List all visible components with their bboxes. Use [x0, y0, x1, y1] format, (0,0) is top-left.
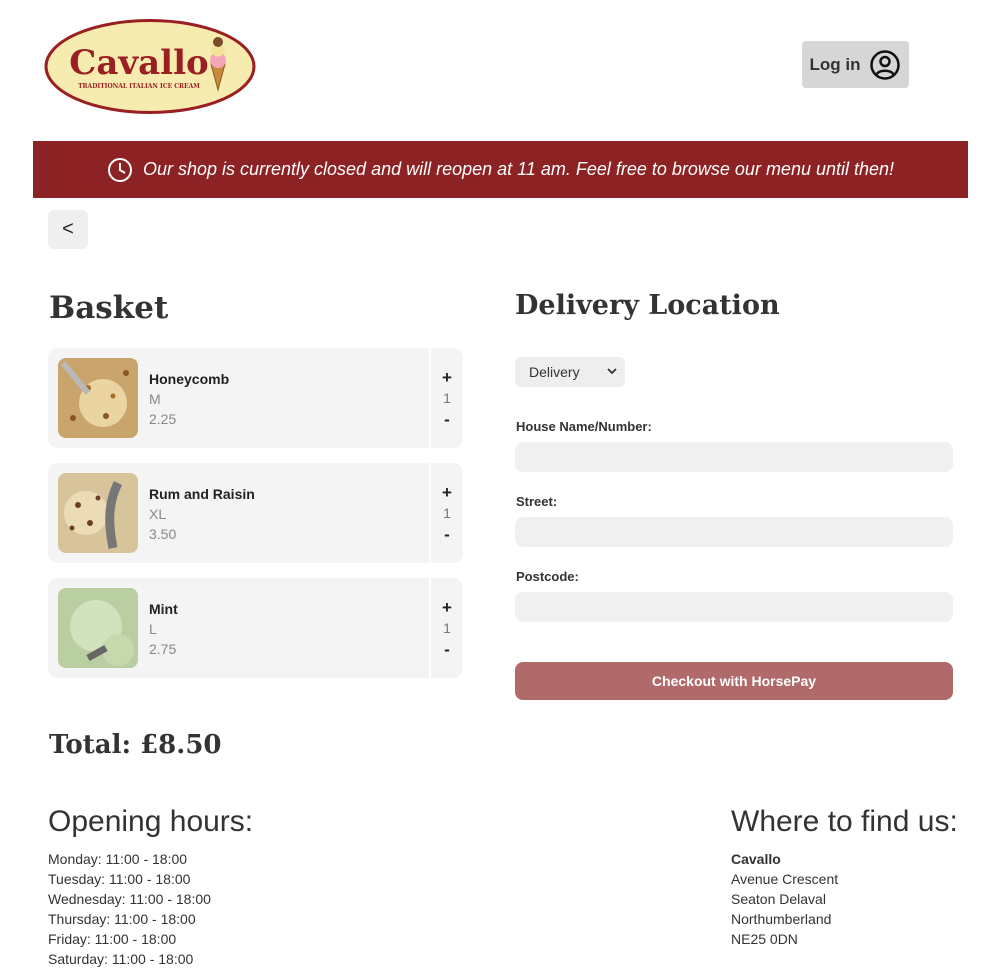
item-quantity: 1 [443, 619, 451, 636]
address-line: NE25 0DN [731, 931, 798, 947]
opening-hours-list: Monday: 11:00 - 18:00 Tuesday: 11:00 - 1… [48, 849, 211, 969]
cavallo-logo[interactable]: Cavallo TRADITIONAL ITALIAN ICE CREAM [43, 18, 257, 115]
item-size: XL [149, 506, 167, 522]
hours-line: Tuesday: 11:00 - 18:00 [48, 871, 191, 887]
item-price: 3.50 [149, 526, 177, 542]
logo-text: Cavallo [69, 43, 208, 83]
hours-line: Monday: 11:00 - 18:00 [48, 851, 188, 867]
clock-icon [107, 157, 132, 182]
hours-line: Friday: 11:00 - 18:00 [48, 931, 177, 947]
rum-and-raisin-image [58, 473, 138, 553]
item-size: L [149, 621, 157, 637]
mint-image [58, 588, 138, 668]
street-label: Street: [516, 494, 558, 509]
item-quantity: 1 [443, 389, 451, 406]
quantity-stepper: + 1 - [429, 578, 463, 678]
item-name: Mint [149, 601, 178, 617]
user-circle-icon [870, 49, 901, 80]
shop-name: Cavallo [731, 851, 781, 867]
item-size: M [149, 391, 161, 407]
house-number-label: House Name/Number: [516, 419, 652, 434]
item-price: 2.75 [149, 641, 177, 657]
item-quantity: 1 [443, 504, 451, 521]
find-us-title: Where to find us: [731, 805, 958, 838]
shop-address: Cavallo Avenue Crescent Seaton Delaval N… [731, 849, 838, 949]
decrease-button[interactable]: - [444, 524, 450, 545]
basket-item: Mint L 2.75 + 1 - [48, 578, 463, 678]
address-line: Seaton Delaval [731, 891, 826, 907]
logo-tagline: TRADITIONAL ITALIAN ICE CREAM [78, 83, 200, 90]
quantity-stepper: + 1 - [429, 348, 463, 448]
basket-total: Total: £8.50 [49, 730, 222, 760]
decrease-button[interactable]: - [444, 409, 450, 430]
honeycomb-image [58, 358, 138, 438]
hours-line: Wednesday: 11:00 - 18:00 [48, 891, 211, 907]
checkout-button[interactable]: Checkout with HorsePay [515, 662, 953, 700]
banner-message: Our shop is currently closed and will re… [142, 159, 895, 179]
item-name: Honeycomb [149, 371, 230, 387]
increase-button[interactable]: + [442, 482, 452, 503]
postcode-field[interactable] [515, 592, 953, 622]
quantity-stepper: + 1 - [429, 463, 463, 563]
street-field[interactable] [515, 517, 953, 547]
hours-line: Saturday: 11:00 - 18:00 [48, 951, 194, 967]
basket-item: Rum and Raisin XL 3.50 + 1 - [48, 463, 463, 563]
hours-line: Thursday: 11:00 - 18:00 [48, 911, 196, 927]
login-label: Log in [809, 54, 861, 74]
decrease-button[interactable]: - [444, 639, 450, 660]
back-button[interactable]: < [48, 210, 88, 249]
address-line: Northumberland [731, 911, 832, 927]
address-line: Avenue Crescent [731, 871, 839, 887]
item-price: 2.25 [149, 411, 177, 427]
login-button[interactable]: Log in [802, 41, 909, 88]
postcode-label: Postcode: [516, 569, 579, 584]
chevron-down-icon [607, 368, 617, 375]
item-name: Rum and Raisin [149, 486, 255, 502]
delivery-method-value: Delivery [529, 364, 580, 380]
opening-hours-title: Opening hours: [48, 805, 254, 838]
delivery-method-select[interactable]: Delivery [515, 357, 625, 387]
house-number-field[interactable] [515, 442, 953, 472]
delivery-title: Delivery Location [515, 290, 780, 321]
increase-button[interactable]: + [442, 597, 452, 618]
increase-button[interactable]: + [442, 367, 452, 388]
basket-item: Honeycomb M 2.25 + 1 - [48, 348, 463, 448]
shop-closed-banner: Our shop is currently closed and will re… [33, 141, 968, 198]
basket-title: Basket [49, 290, 169, 326]
